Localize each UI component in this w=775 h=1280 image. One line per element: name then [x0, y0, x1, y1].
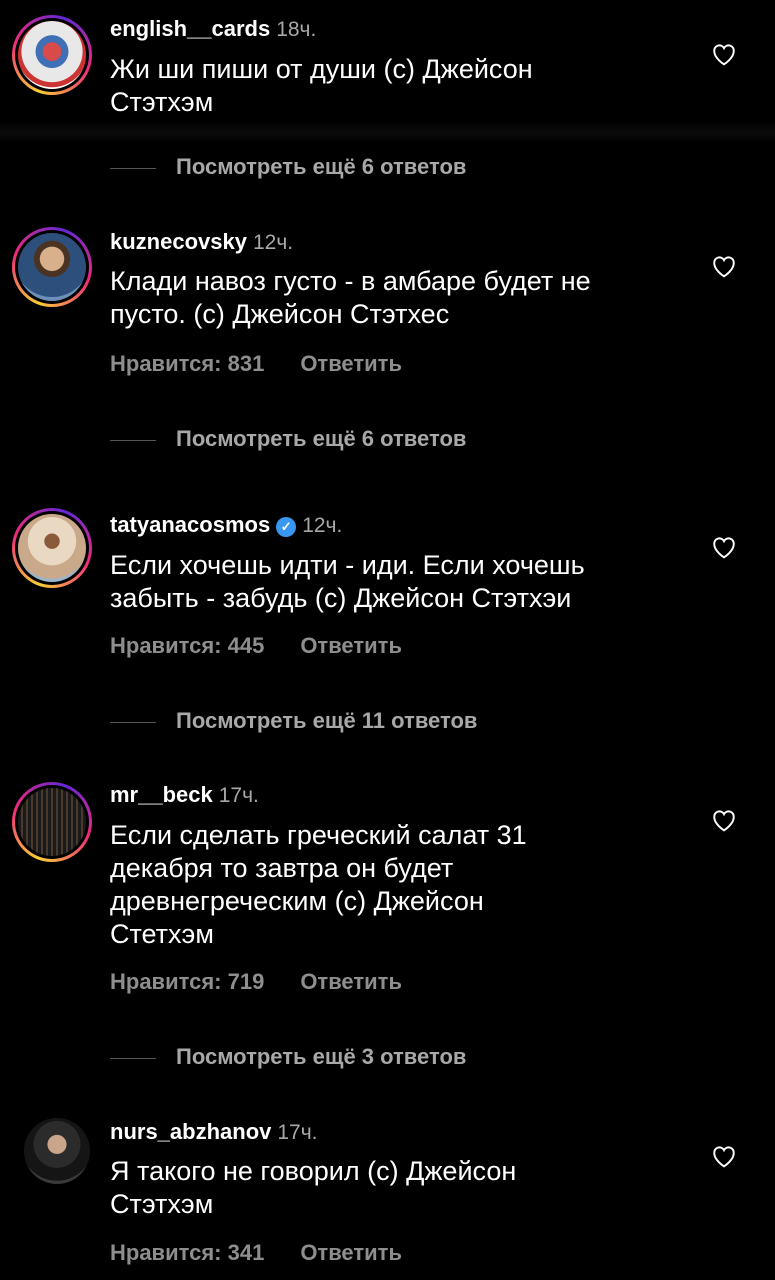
likes-count: Нравится: 831	[110, 351, 265, 376]
reply-button[interactable]: Ответить	[300, 1240, 402, 1265]
username[interactable]: kuznecovsky	[110, 229, 247, 254]
view-more-replies[interactable]: Посмотреть ещё 6 ответов	[110, 426, 466, 452]
avatar[interactable]	[24, 1118, 90, 1184]
timestamp: 12ч.	[252, 231, 294, 254]
reply-button[interactable]: Ответить	[300, 351, 402, 376]
heart-icon[interactable]	[711, 535, 737, 559]
avatar[interactable]	[12, 508, 92, 588]
view-more-replies[interactable]: Посмотреть ещё 6 ответов	[110, 154, 466, 180]
avatar[interactable]	[12, 227, 92, 307]
likes-count: Нравится: 445	[110, 633, 265, 658]
likes-count: Нравится: 341	[110, 1240, 265, 1265]
timestamp: 12ч.	[302, 514, 343, 537]
comment-text: Если хочешь идти - иди. Если хочешь забы…	[110, 550, 585, 613]
avatar[interactable]	[12, 782, 92, 862]
username[interactable]: english__cards	[110, 16, 270, 41]
avatar[interactable]	[12, 15, 92, 95]
view-more-replies[interactable]: Посмотреть ещё 11 ответов	[110, 708, 477, 734]
view-more-replies[interactable]: Посмотреть ещё 3 ответов	[110, 1044, 466, 1070]
comment-text: Жи ши пиши от души (с) Джейсон Стэтхэм	[110, 54, 533, 117]
heart-icon[interactable]	[711, 808, 737, 832]
username[interactable]: nurs_abzhanov	[110, 1119, 271, 1144]
username[interactable]: tatyanacosmos	[110, 512, 270, 537]
likes-count: Нравится: 719	[110, 969, 265, 994]
timestamp: 18ч.	[276, 18, 317, 41]
reply-button[interactable]: Ответить	[300, 633, 402, 658]
timestamp: 17ч.	[218, 784, 259, 807]
section-shade	[0, 122, 775, 144]
heart-icon[interactable]	[711, 1144, 737, 1168]
verified-badge-icon: ✓	[276, 517, 297, 537]
reply-button[interactable]: Ответить	[300, 969, 402, 994]
heart-icon[interactable]	[711, 42, 737, 66]
heart-icon[interactable]	[711, 254, 737, 278]
username[interactable]: mr__beck	[110, 782, 213, 807]
comment-text: Если сделать греческий салат 31 декабря …	[110, 820, 527, 949]
comment-text: Клади навоз густо - в амбаре будет не пу…	[110, 266, 591, 329]
timestamp: 17ч.	[277, 1121, 318, 1144]
comment-text: Я такого не говорил (с) Джейсон Стэтхэм	[110, 1156, 517, 1219]
